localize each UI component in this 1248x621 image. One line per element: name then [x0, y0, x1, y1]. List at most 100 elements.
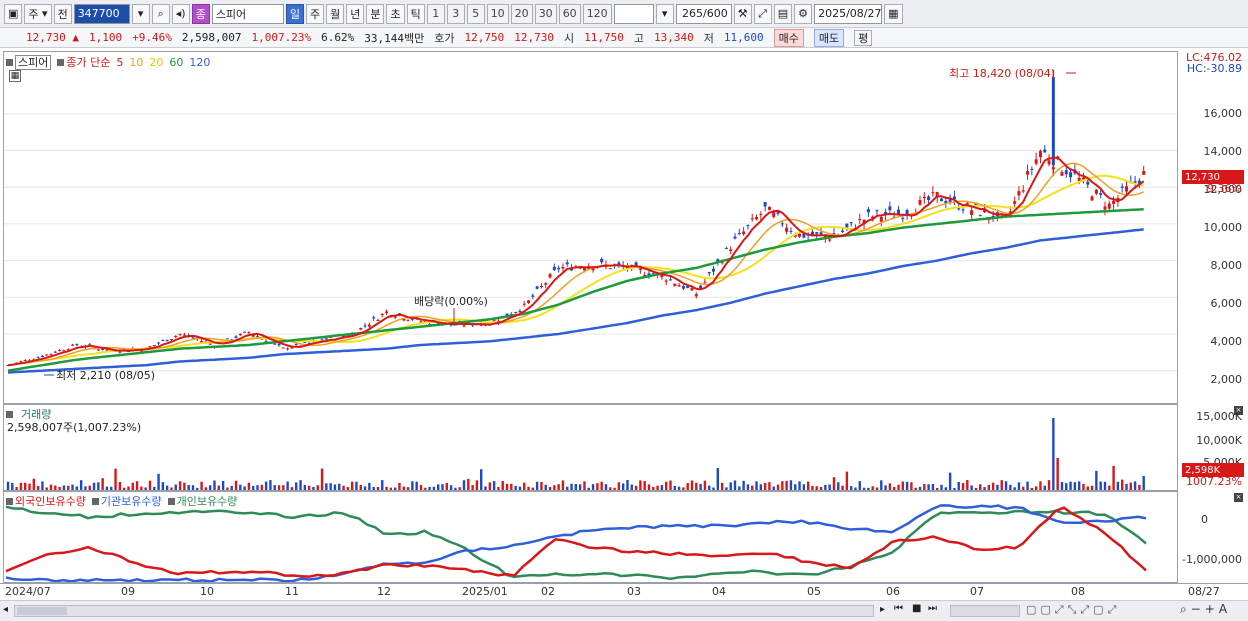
- legend-ma20[interactable]: 20: [149, 56, 163, 69]
- interval-5[interactable]: 5: [466, 3, 485, 24]
- period-month[interactable]: 월: [326, 3, 345, 24]
- interval-60[interactable]: 60: [558, 3, 581, 24]
- table-view-icon[interactable]: ▦: [9, 70, 21, 82]
- indicator-icon[interactable]: ⚒: [733, 3, 752, 24]
- candle-body: [798, 233, 802, 237]
- legend-ma5[interactable]: 5: [116, 56, 123, 69]
- scroll-right-icon[interactable]: ▸: [880, 604, 885, 615]
- fast-forward-icon[interactable]: ⏭: [928, 603, 937, 614]
- rewind-icon[interactable]: ⏮: [894, 603, 903, 614]
- candle-body: [522, 303, 526, 305]
- candle-body: [514, 312, 518, 314]
- volume-bar: [1125, 483, 1128, 490]
- interval-10[interactable]: 10: [486, 3, 509, 24]
- period-day[interactable]: 일: [285, 3, 304, 24]
- interval-20[interactable]: 20: [510, 3, 533, 24]
- draw-tools-icon[interactable]: ▢▢⤢⤡⤢▢⤢: [1026, 603, 1120, 617]
- volume-bar: [712, 487, 715, 490]
- volume-chart[interactable]: [4, 405, 1177, 490]
- candle-body: [849, 222, 853, 224]
- volume-bar: [755, 481, 758, 490]
- volume-bar: [664, 481, 668, 490]
- candle-body: [1030, 168, 1034, 170]
- candle-body: [866, 209, 870, 213]
- volume-bar: [1138, 484, 1141, 490]
- volume-bar: [376, 487, 380, 490]
- volume-bar: [841, 485, 844, 490]
- layout-icon[interactable]: ▣: [4, 3, 23, 24]
- interval-3[interactable]: 3: [446, 3, 465, 24]
- volume-bar: [368, 482, 371, 490]
- custom-interval-input[interactable]: [613, 3, 654, 24]
- volume-bar: [987, 484, 991, 490]
- stock-name-field[interactable]: 스피어: [211, 3, 284, 24]
- foreign-holding-line: [5, 506, 1147, 578]
- candle-body: [940, 198, 944, 202]
- stock-code-input[interactable]: 347700: [73, 3, 130, 24]
- custom-interval-dropdown-icon[interactable]: ▾: [655, 3, 674, 24]
- candle-body: [548, 274, 552, 278]
- search-icon[interactable]: ⌕: [151, 3, 170, 24]
- candle-body: [324, 338, 328, 340]
- candle-body: [703, 281, 707, 283]
- candle-body: [841, 230, 845, 232]
- interval-30[interactable]: 30: [534, 3, 557, 24]
- candle-body: [178, 333, 182, 335]
- candle-body: [600, 258, 604, 263]
- legend-foreign[interactable]: 외국인보유수량: [6, 493, 86, 509]
- zoom-slider[interactable]: [950, 605, 1020, 617]
- candle-body: [712, 268, 716, 272]
- candle-body: [174, 336, 178, 338]
- legend-ma60[interactable]: 60: [169, 56, 183, 69]
- candle-body: [759, 213, 763, 215]
- volume-pane[interactable]: 거래량 2,598,007주(1,007.23%): [3, 404, 1178, 491]
- sell-button[interactable]: 매도: [813, 28, 845, 47]
- eval-button[interactable]: 평: [854, 29, 873, 46]
- volume-bar: [738, 486, 741, 490]
- speaker-icon[interactable]: ◂): [171, 3, 190, 24]
- scroll-track[interactable]: [14, 605, 874, 617]
- volume-bar: [548, 487, 552, 490]
- save-icon[interactable]: ▤: [773, 3, 793, 24]
- period-second[interactable]: 초: [386, 3, 405, 24]
- calendar-icon[interactable]: ▦: [884, 3, 903, 24]
- interval-120[interactable]: 120: [582, 3, 612, 24]
- interval-1[interactable]: 1: [426, 3, 445, 24]
- candle-body: [281, 347, 285, 349]
- holding-pane[interactable]: 외국인보유수량 기관보유수량 개인보유수량: [3, 491, 1178, 583]
- market-type-select[interactable]: 주 ▾: [24, 3, 52, 24]
- legend-individual[interactable]: 개인보유수량: [167, 493, 237, 509]
- zoom-icon[interactable]: ⌕−+A: [1180, 602, 1231, 617]
- buy-button[interactable]: 매수: [773, 28, 804, 47]
- price-pane[interactable]: 최고 18,420 (08/04) 최저 2,210 (08/05) 배당락(0.0…: [3, 51, 1178, 404]
- price-chart[interactable]: 최고 18,420 (08/04) 최저 2,210 (08/05) 배당락(0.0…: [4, 52, 1177, 403]
- period-week[interactable]: 주: [305, 3, 325, 24]
- scroll-thumb[interactable]: [17, 607, 67, 615]
- bar-count-field[interactable]: 265/600: [675, 3, 732, 24]
- period-tick[interactable]: 틱: [406, 3, 425, 24]
- volume-bar: [462, 480, 466, 490]
- legend-ma10[interactable]: 10: [129, 56, 143, 69]
- volume-bar: [660, 485, 664, 490]
- candle-body: [1064, 170, 1068, 175]
- legend-institution[interactable]: 기관보유수량: [91, 493, 162, 509]
- legend-ma120[interactable]: 120: [189, 56, 210, 69]
- code-dropdown-icon[interactable]: ▾: [131, 3, 150, 24]
- prev-button[interactable]: 전: [53, 3, 72, 24]
- period-minute[interactable]: 분: [366, 3, 385, 24]
- x-label: 2024/07: [5, 585, 51, 598]
- volume-bar: [295, 482, 298, 490]
- gear-icon[interactable]: ⚙: [794, 3, 813, 24]
- candle-body: [931, 192, 935, 194]
- volume-bar: [862, 487, 866, 490]
- stop-icon[interactable]: ■: [912, 603, 921, 614]
- legend-stock[interactable]: 스피어: [6, 54, 52, 70]
- period-year[interactable]: 년: [346, 3, 365, 24]
- candle-body: [767, 206, 771, 211]
- drawing-icon[interactable]: ⤢: [753, 3, 772, 24]
- volume-bar: [1043, 485, 1046, 490]
- volume-bar: [256, 485, 259, 490]
- date-field[interactable]: 2025/08/27: [814, 3, 883, 24]
- close-icon[interactable]: ×: [1234, 493, 1243, 502]
- scroll-left-icon[interactable]: ◂: [3, 604, 8, 615]
